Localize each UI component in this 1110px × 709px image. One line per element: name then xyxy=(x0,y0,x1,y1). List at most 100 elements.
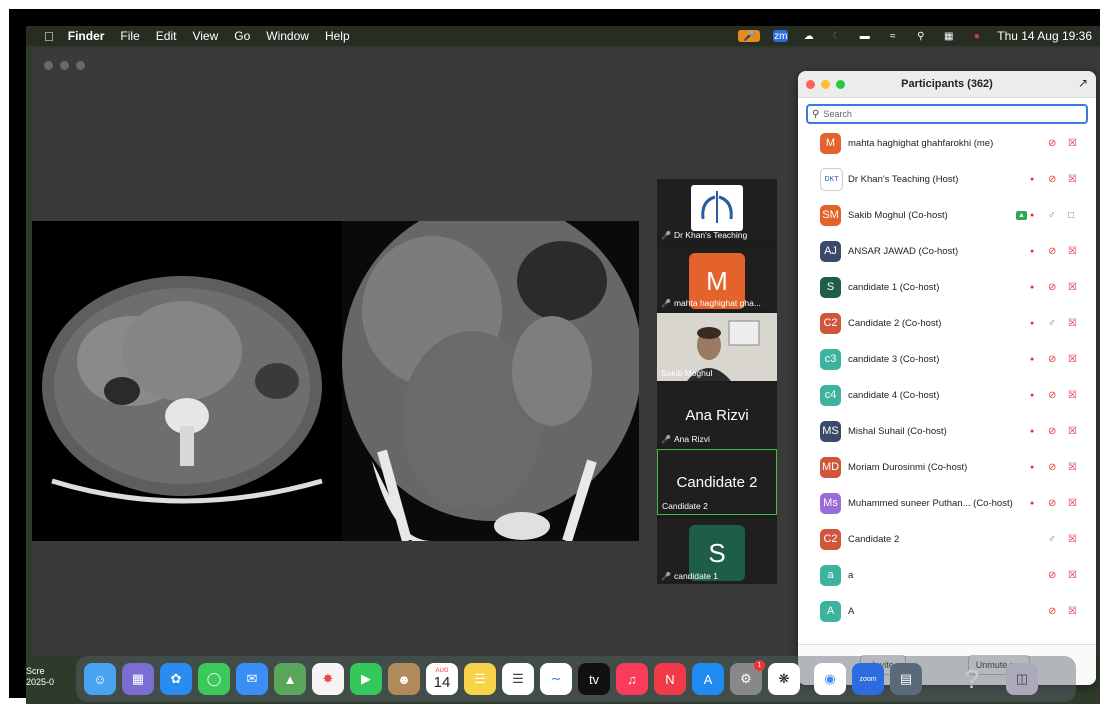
participant-row[interactable]: MS Mishal Suhail (Co-host) ● ⊘ ☒ xyxy=(798,413,1096,449)
chrome-icon[interactable]: ◉ xyxy=(814,663,846,695)
chatgpt-icon[interactable]: ❋ xyxy=(768,663,800,695)
participant-row[interactable]: c3 candidate 3 (Co-host) ● ⊘ ☒ xyxy=(798,341,1096,377)
microphone-status-icon[interactable]: 🎤 xyxy=(738,30,761,42)
participant-list[interactable]: Mmahta haghighat ghahfarokhi (me) ⊘ ☒ DKT Dr… xyxy=(798,125,1096,645)
video-tile-mahta[interactable]: M 🎤 mahta haghighat gha... xyxy=(657,247,777,311)
video-tile-candidate-1[interactable]: S 🎤 candidate 1 xyxy=(657,519,777,584)
muted-mic-icon[interactable]: ⊘ xyxy=(1048,246,1056,257)
menu-window[interactable]: Window xyxy=(266,29,309,43)
zoom-app-icon[interactable]: zoom xyxy=(852,663,884,695)
video-off-icon[interactable]: ☒ xyxy=(1068,174,1077,185)
video-tile-ana-rizvi[interactable]: Ana Rizvi 🎤 Ana Rizvi xyxy=(657,383,777,447)
video-icon[interactable]: □ xyxy=(1068,210,1074,221)
messages-icon[interactable]: ◯ xyxy=(198,663,230,695)
recording-icon: ● xyxy=(1030,463,1035,471)
participant-row[interactable]: MD Moriam Durosinmi (Co-host) ● ⊘ ☒ xyxy=(798,449,1096,485)
app-store-icon[interactable]: A xyxy=(692,663,724,695)
participant-row[interactable]: a a ⊘ ☒ xyxy=(798,557,1096,593)
muted-mic-icon[interactable]: ⊘ xyxy=(1048,462,1056,473)
finder-icon[interactable]: ☺ xyxy=(84,663,116,695)
muted-mic-icon[interactable]: ⊘ xyxy=(1048,138,1056,149)
minimize-button[interactable] xyxy=(60,61,69,70)
photos-icon[interactable]: ✸ xyxy=(312,663,344,695)
music-icon[interactable]: ♫ xyxy=(616,663,648,695)
battery-icon[interactable]: ▬ xyxy=(857,30,872,42)
muted-mic-icon[interactable]: ⊘ xyxy=(1048,570,1056,581)
calendar-icon[interactable]: AUG 14 xyxy=(426,663,458,695)
video-tile-dr-khan[interactable]: 🎤 Dr Khan's Teaching xyxy=(657,179,777,243)
help-icon[interactable]: ? xyxy=(956,663,988,695)
mic-icon[interactable]: ♂ xyxy=(1048,210,1056,221)
video-off-icon[interactable]: ☒ xyxy=(1068,534,1077,545)
video-off-icon[interactable]: ☒ xyxy=(1068,138,1077,149)
mail-icon[interactable]: ✉ xyxy=(236,663,268,695)
video-tile-sakib[interactable]: Sakib Moghul xyxy=(657,313,777,381)
participant-row[interactable]: Mmahta haghighat ghahfarokhi (me) ⊘ ☒ xyxy=(798,125,1096,161)
video-tile-candidate-2[interactable]: Candidate 2 Candidate 2 xyxy=(657,449,777,515)
video-off-icon[interactable]: ☒ xyxy=(1068,426,1077,437)
muted-mic-icon[interactable]: ⊘ xyxy=(1048,390,1056,401)
cloud-icon[interactable]: ☁ xyxy=(801,30,816,42)
reminders-icon[interactable]: ☰ xyxy=(502,663,534,695)
moon-icon[interactable]: ☾ xyxy=(829,30,844,42)
system-settings-icon[interactable]: ⚙ 1 xyxy=(730,660,765,695)
video-off-icon[interactable]: ☒ xyxy=(1068,390,1077,401)
news-icon[interactable]: N xyxy=(654,663,686,695)
facetime-icon[interactable]: ▶ xyxy=(350,663,382,695)
muted-mic-icon: 🎤 xyxy=(661,230,671,240)
muted-mic-icon[interactable]: ⊘ xyxy=(1048,354,1056,365)
freeform-icon[interactable]: ∼ xyxy=(540,663,572,695)
participant-row[interactable]: Ms Muhammed suneer Puthan... (Co-host) ● ⊘ ☒ xyxy=(798,485,1096,521)
video-off-icon[interactable]: ☒ xyxy=(1068,354,1077,365)
menu-app-finder[interactable]: Finder xyxy=(68,29,105,43)
desktop-file-label[interactable]: Scre 2025-0 xyxy=(26,666,54,688)
wifi-icon[interactable]: ≈ xyxy=(885,30,900,42)
video-off-icon[interactable]: ☒ xyxy=(1068,462,1077,473)
menu-file[interactable]: File xyxy=(120,29,139,43)
menu-go[interactable]: Go xyxy=(234,29,250,43)
siri-icon[interactable]: ● xyxy=(969,30,984,42)
participant-row[interactable]: SM Sakib Moghul (Co-host) ● ▲ ♂ □ xyxy=(798,197,1096,233)
video-off-icon[interactable]: ☒ xyxy=(1068,498,1077,509)
participant-row[interactable]: C2 Candidate 2 (Co-host) ● ♂ ☒ xyxy=(798,305,1096,341)
apple-tv-icon[interactable]: tv xyxy=(578,663,610,695)
participant-row[interactable]: DKT Dr Khan's Teaching (Host) ● ⊘ ☒ xyxy=(798,161,1096,197)
zoom-button[interactable] xyxy=(76,61,85,70)
menu-help[interactable]: Help xyxy=(325,29,350,43)
participant-row[interactable]: C2 Candidate 2 ♂ ☒ xyxy=(798,521,1096,557)
notes-icon[interactable]: ☰ xyxy=(464,663,496,695)
muted-mic-icon[interactable]: ⊘ xyxy=(1048,174,1056,185)
avatar: A xyxy=(820,600,841,622)
popout-icon[interactable]: ↗ xyxy=(1078,76,1088,90)
menu-clock[interactable]: Thu 14 Aug 19:36 xyxy=(997,29,1092,43)
video-off-icon[interactable]: ☒ xyxy=(1068,318,1077,329)
preview-icon[interactable]: ▤ xyxy=(890,663,922,695)
safari-icon[interactable]: ✿ xyxy=(160,663,192,695)
maps-icon[interactable]: ▲ xyxy=(274,663,306,695)
video-off-icon[interactable]: ☒ xyxy=(1068,570,1077,581)
muted-mic-icon[interactable]: ⊘ xyxy=(1048,606,1056,617)
muted-mic-icon[interactable]: ⊘ xyxy=(1048,426,1056,437)
mic-icon[interactable]: ♂ xyxy=(1048,318,1056,329)
close-button[interactable] xyxy=(44,61,53,70)
muted-mic-icon[interactable]: ⊘ xyxy=(1048,498,1056,509)
control-center-icon[interactable]: ▦ xyxy=(941,30,956,42)
zoom-status-icon[interactable]: zm xyxy=(773,30,789,42)
muted-mic-icon[interactable]: ⊘ xyxy=(1048,282,1056,293)
menu-view[interactable]: View xyxy=(192,29,218,43)
video-off-icon[interactable]: ☒ xyxy=(1068,606,1077,617)
spotlight-search-icon[interactable]: ⚲ xyxy=(913,30,928,42)
mic-icon[interactable]: ♂ xyxy=(1048,534,1056,545)
search-input[interactable]: ⚲ Search xyxy=(806,104,1088,124)
participant-row[interactable]: c4 candidate 4 (Co-host) ● ⊘ ☒ xyxy=(798,377,1096,413)
participant-row[interactable]: AJ ANSAR JAWAD (Co-host) ● ⊘ ☒ xyxy=(798,233,1096,269)
apple-menu-icon[interactable]:  xyxy=(44,29,54,44)
video-off-icon[interactable]: ☒ xyxy=(1068,282,1077,293)
participant-row[interactable]: Scandidate 1 (Co-host) ● ⊘ ☒ xyxy=(798,269,1096,305)
menu-edit[interactable]: Edit xyxy=(156,29,177,43)
trash-icon[interactable]: ◫ xyxy=(1006,663,1038,695)
contacts-icon[interactable]: ☻ xyxy=(388,663,420,695)
participant-row[interactable]: A A ⊘ ☒ xyxy=(798,593,1096,629)
launchpad-icon[interactable]: ▦ xyxy=(122,663,154,695)
video-off-icon[interactable]: ☒ xyxy=(1068,246,1077,257)
